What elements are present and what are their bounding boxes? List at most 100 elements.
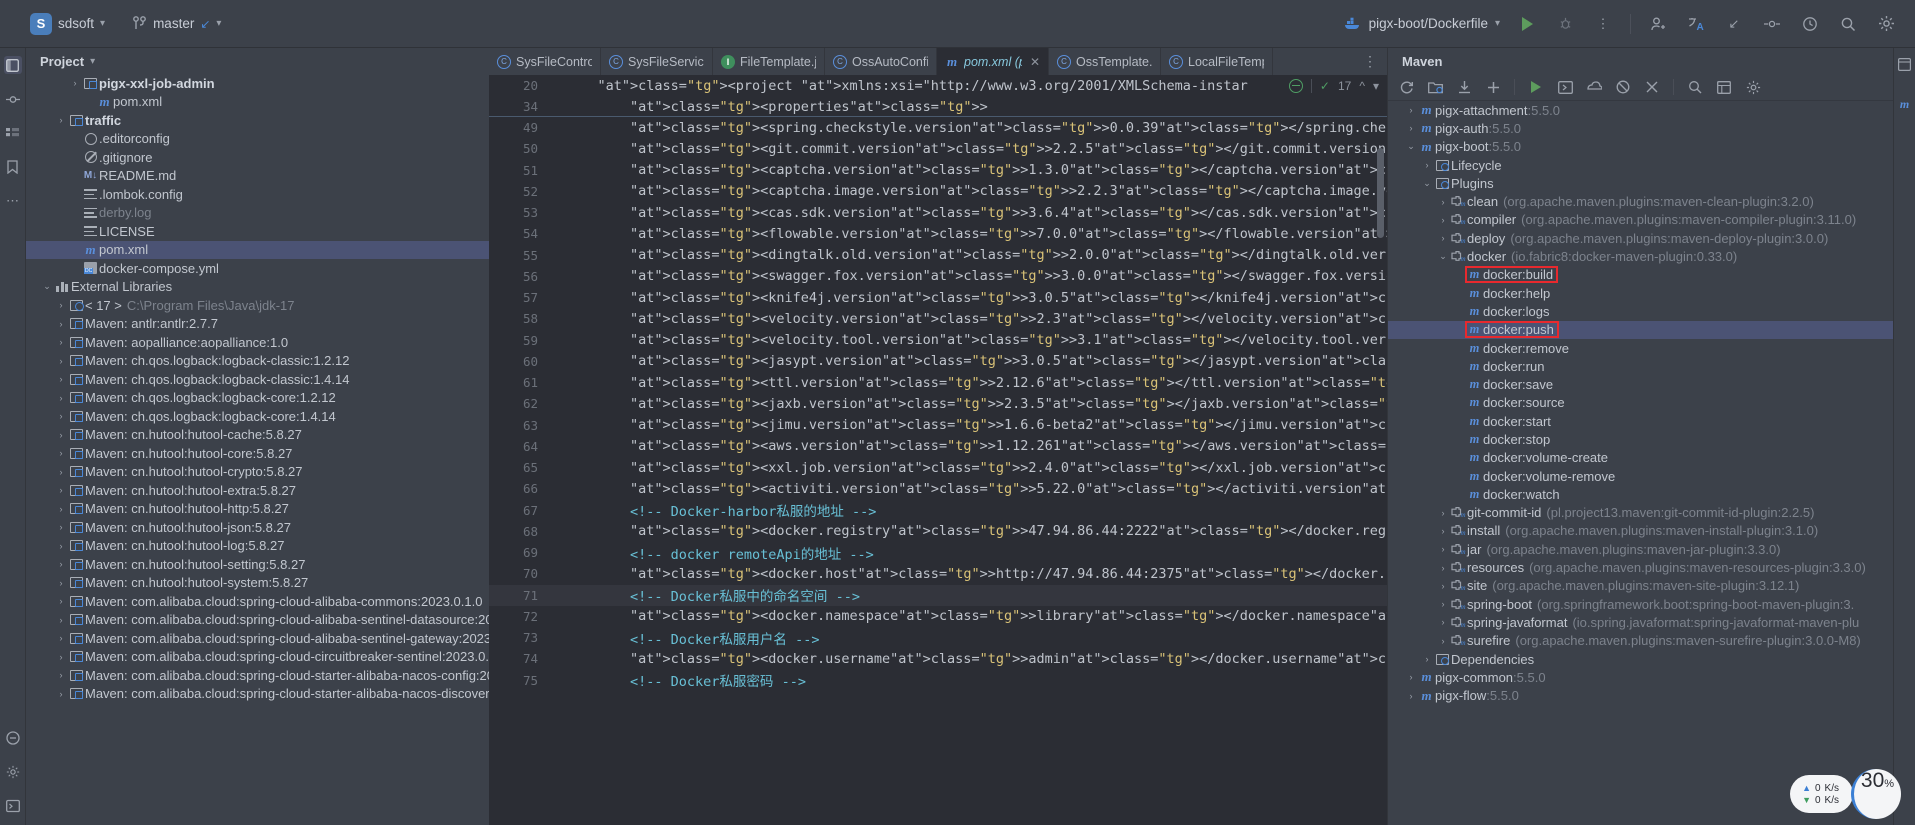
project-tree-row[interactable]: docker-compose.yml	[26, 259, 489, 278]
project-tree-row[interactable]: ›Maven: cn.hutool:hutool-http:5.8.27	[26, 500, 489, 519]
expand-arrow-icon[interactable]: ›	[1404, 672, 1418, 682]
editor-tab[interactable]: COssAutoConfig	[825, 48, 937, 75]
add-module-icon[interactable]	[1427, 79, 1443, 95]
editor-tab[interactable]: CLocalFileTempl	[1161, 48, 1273, 75]
editor-tab[interactable]: CSysFileControll	[489, 48, 601, 75]
maven-tree-row[interactable]: mdocker:remove	[1388, 339, 1915, 357]
project-tree-row[interactable]: ›traffic	[26, 111, 489, 130]
maven-tree-row[interactable]: ›minstall(org.apache.maven.plugins:maven…	[1388, 522, 1915, 540]
expand-arrow-icon[interactable]: ›	[54, 448, 68, 458]
maven-tree-row[interactable]: ›mpigx-common:5.5.0	[1388, 668, 1915, 686]
code-line[interactable]: 60 "at">class="tg"><jasypt.version"at">c…	[489, 351, 1387, 372]
expand-arrow-icon[interactable]: ›	[54, 393, 68, 403]
prev-problem-icon[interactable]: ^	[1359, 79, 1365, 93]
project-tree-row[interactable]: ›Maven: cn.hutool:hutool-log:5.8.27	[26, 537, 489, 556]
expand-arrow-icon[interactable]: ›	[1436, 581, 1450, 591]
project-tree-row[interactable]: ›Maven: ch.qos.logback:logback-classic:1…	[26, 352, 489, 371]
maven-tree-row[interactable]: ›mspring-boot(org.springframework.boot:s…	[1388, 595, 1915, 613]
code-line[interactable]: 49 "at">class="tg"><spring.checkstyle.ve…	[489, 117, 1387, 138]
maven-tree-row[interactable]: mdocker:stop	[1388, 430, 1915, 448]
next-problem-icon[interactable]: ▾	[1373, 79, 1379, 93]
project-tree-row[interactable]: ›Maven: com.alibaba.cloud:spring-cloud-a…	[26, 592, 489, 611]
project-tree-row[interactable]: ›Maven: cn.hutool:hutool-system:5.8.27	[26, 574, 489, 593]
maven-tree-row[interactable]: mdocker:run	[1388, 357, 1915, 375]
minimize-icon[interactable]: ↙	[1723, 13, 1745, 35]
add-icon[interactable]	[1485, 79, 1501, 95]
expand-arrow-icon[interactable]: ›	[54, 467, 68, 477]
project-tree-row[interactable]: ›Maven: cn.hutool:hutool-extra:5.8.27	[26, 481, 489, 500]
expand-arrow-icon[interactable]: ›	[54, 578, 68, 588]
expand-arrow-icon[interactable]: ›	[1436, 197, 1450, 207]
expand-arrow-icon[interactable]: ›	[54, 615, 68, 625]
project-tool-icon[interactable]	[4, 56, 22, 74]
collapse-icon[interactable]	[1644, 79, 1660, 95]
project-avatar[interactable]: S	[30, 13, 52, 35]
structure-tool-icon[interactable]	[4, 124, 22, 142]
more-vert-icon[interactable]: ⋮	[1592, 13, 1614, 35]
debug-button[interactable]	[1554, 13, 1576, 35]
expand-arrow-icon[interactable]: ›	[54, 319, 68, 329]
expand-arrow-icon[interactable]: ›	[1436, 526, 1450, 536]
expand-arrow-icon[interactable]: ›	[1404, 691, 1418, 701]
project-tree-row[interactable]: ›Maven: ch.qos.logback:logback-core:1.2.…	[26, 389, 489, 408]
maven-tree-row[interactable]: ›Lifecycle	[1388, 156, 1915, 174]
inspection-ok-icon[interactable]	[1289, 79, 1303, 93]
project-tree-row[interactable]: .gitignore	[26, 148, 489, 167]
run-icon[interactable]	[1528, 79, 1544, 95]
maven-tree-row[interactable]: ›msurefire(org.apache.maven.plugins:mave…	[1388, 632, 1915, 650]
settings-tool-icon[interactable]	[4, 763, 22, 781]
project-tree-row[interactable]: ›Maven: ch.qos.logback:logback-core:1.4.…	[26, 407, 489, 426]
editor-scrollbar[interactable]	[1377, 148, 1384, 238]
code-line[interactable]: 58 "at">class="tg"><velocity.version"at"…	[489, 308, 1387, 329]
code-line[interactable]: 55 "at">class="tg"><dingtalk.old.version…	[489, 245, 1387, 266]
project-tree-row[interactable]: M↓README.md	[26, 167, 489, 186]
expand-arrow-icon[interactable]: ›	[54, 356, 68, 366]
branch-chevron-down-icon[interactable]: ▾	[216, 18, 221, 29]
settings-gear-icon[interactable]	[1875, 13, 1897, 35]
expand-arrow-icon[interactable]: ›	[54, 652, 68, 662]
expand-arrow-icon[interactable]: ›	[54, 559, 68, 569]
maven-tree-row[interactable]: ›mgit-commit-id(pl.project13.maven:git-c…	[1388, 504, 1915, 522]
problems-tool-icon[interactable]	[4, 729, 22, 747]
expand-arrow-icon[interactable]: ›	[54, 300, 68, 310]
execute-goal-icon[interactable]	[1557, 79, 1573, 95]
maven-tree-row[interactable]: ⌄Plugins	[1388, 174, 1915, 192]
expand-arrow-icon[interactable]: ›	[1404, 123, 1418, 133]
expand-arrow-icon[interactable]: ›	[54, 411, 68, 421]
expand-arrow-icon[interactable]: ›	[1436, 215, 1450, 225]
maven-tree-row[interactable]: ›Dependencies	[1388, 650, 1915, 668]
maven-tree-row[interactable]: mdocker:volume-remove	[1388, 467, 1915, 485]
expand-arrow-icon[interactable]: ›	[1436, 563, 1450, 573]
chevron-down-icon[interactable]: ▾	[90, 56, 95, 67]
code-line[interactable]: 53 "at">class="tg"><cas.sdk.version"at">…	[489, 202, 1387, 223]
editor-tab-bar[interactable]: CSysFileControllCSysFileServiceImIFileTe…	[489, 48, 1387, 75]
project-tree-row[interactable]: ›Maven: antlr:antlr:2.7.7	[26, 315, 489, 334]
expand-arrow-icon[interactable]: ›	[54, 596, 68, 606]
project-tree-row[interactable]: ›Maven: cn.hutool:hutool-json:5.8.27	[26, 518, 489, 537]
project-tree-row[interactable]: ›Maven: com.alibaba.cloud:spring-cloud-a…	[26, 611, 489, 630]
run-configuration-selector[interactable]: pigx-boot/Dockerfile ▾	[1344, 16, 1500, 31]
expand-arrow-icon[interactable]: ⌄	[1420, 178, 1434, 189]
project-tree-row[interactable]: .lombok.config	[26, 185, 489, 204]
expand-arrow-icon[interactable]: ›	[54, 337, 68, 347]
project-tree-row[interactable]: ›pigx-xxl-job-admin	[26, 74, 489, 93]
code-line[interactable]: 56 "at">class="tg"><swagger.fox.version"…	[489, 266, 1387, 287]
editor-tab[interactable]: COssTemplate.ja	[1049, 48, 1161, 75]
maven-tree-row[interactable]: mdocker:volume-create	[1388, 449, 1915, 467]
expand-arrow-icon[interactable]: ›	[54, 522, 68, 532]
code-line[interactable]: 70 "at">class="tg"><docker.host"at">clas…	[489, 563, 1387, 584]
search-icon[interactable]	[1837, 13, 1859, 35]
expand-arrow-icon[interactable]: ›	[54, 633, 68, 643]
expand-arrow-icon[interactable]: ›	[54, 504, 68, 514]
project-tree-row[interactable]: mpom.xml	[26, 93, 489, 112]
project-tree-row[interactable]: ›Maven: com.alibaba.cloud:spring-cloud-s…	[26, 685, 489, 704]
close-icon[interactable]: ✕	[1030, 55, 1040, 69]
maven-tree-row[interactable]: ⌄mpigx-boot:5.5.0	[1388, 138, 1915, 156]
maven-tree-row[interactable]: mdocker:source	[1388, 394, 1915, 412]
code-line[interactable]: 51 "at">class="tg"><captcha.version"at">…	[489, 160, 1387, 181]
code-line[interactable]: 54 "at">class="tg"><flowable.version"at"…	[489, 223, 1387, 244]
maven-tree-row[interactable]: ›msite(org.apache.maven.plugins:maven-si…	[1388, 577, 1915, 595]
maven-tree-row[interactable]: ›mpigx-flow:5.5.0	[1388, 687, 1915, 705]
project-tree-row[interactable]: mpom.xml	[26, 241, 489, 260]
code-line[interactable]: 64 "at">class="tg"><aws.version"at">clas…	[489, 436, 1387, 457]
